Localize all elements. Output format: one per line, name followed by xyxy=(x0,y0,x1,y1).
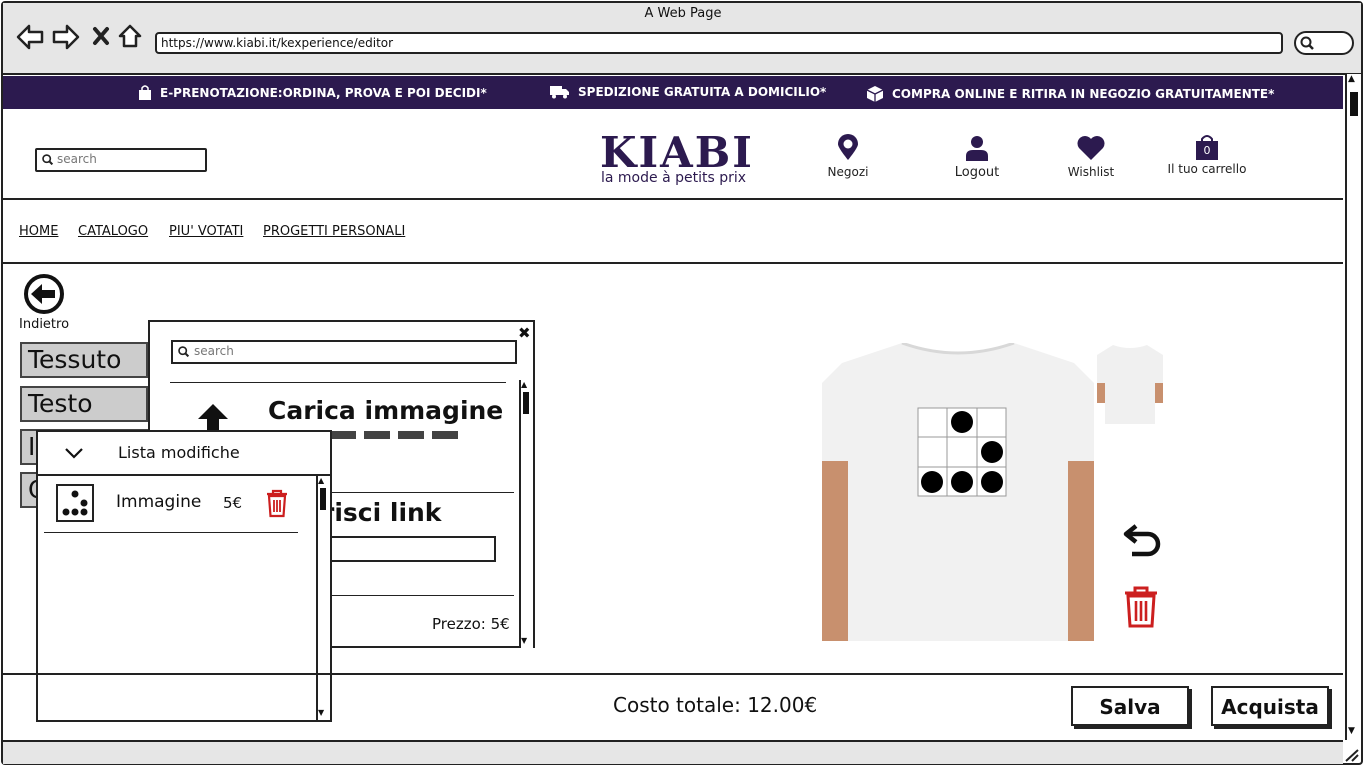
shopping-bag-icon xyxy=(139,85,151,100)
menu-home[interactable]: HOME xyxy=(19,224,58,239)
image-search-input[interactable]: search xyxy=(171,340,517,364)
total-cost: Costo totale: 12.00€ xyxy=(613,693,818,717)
promo-item: E-PRENOTAZIONE:ORDINA, PROVA E POI DECID… xyxy=(138,85,487,101)
modification-price: 5€ xyxy=(223,494,243,512)
search-icon xyxy=(1300,36,1314,50)
undo-icon[interactable] xyxy=(1122,520,1162,564)
tshirt-preview[interactable] xyxy=(822,341,1094,641)
wishlist-link[interactable]: Wishlist xyxy=(1060,134,1122,179)
close-icon[interactable]: ✖ xyxy=(518,324,531,342)
back-nav-icon[interactable] xyxy=(16,24,44,54)
menu-piu-votati[interactable]: PIU' VOTATI xyxy=(169,224,243,239)
sidebar-tessuto[interactable]: Tessuto xyxy=(20,342,148,378)
status-bar xyxy=(3,740,1343,764)
promo-text: E-PRENOTAZIONE:ORDINA, PROVA E POI DECID… xyxy=(160,86,487,100)
window-title: A Web Page xyxy=(644,6,722,21)
menu-catalogo[interactable]: CATALOGO xyxy=(78,224,148,239)
scroll-up-icon[interactable]: ▲ xyxy=(318,476,324,485)
tshirt-back-icon xyxy=(1097,343,1163,424)
link-title: risci link xyxy=(322,498,442,527)
modifications-title: Lista modifiche xyxy=(118,443,240,462)
trash-icon[interactable] xyxy=(264,488,290,518)
footer-divider xyxy=(3,673,1343,675)
chevron-down-icon[interactable] xyxy=(64,446,84,460)
wishlist-label: Wishlist xyxy=(1067,165,1115,179)
promo-item: SPEDIZIONE GRATUITA A DOMICILIO* xyxy=(550,85,826,99)
menu-progetti-personali[interactable]: PROGETTI PERSONALI xyxy=(263,224,405,239)
scroll-thumb[interactable] xyxy=(1350,92,1358,116)
divider xyxy=(44,532,298,533)
modifications-header[interactable]: Lista modifiche xyxy=(38,432,330,476)
price-label: Prezzo: 5€ xyxy=(432,615,510,633)
delete-design-icon[interactable] xyxy=(1122,585,1160,633)
heart-icon xyxy=(1077,136,1105,160)
search-icon xyxy=(42,154,54,166)
stores-label: Negozi xyxy=(827,165,869,179)
forward-nav-icon[interactable] xyxy=(52,24,80,54)
promo-bar: E-PRENOTAZIONE:ORDINA, PROVA E POI DECID… xyxy=(3,76,1343,109)
modifications-panel: Lista modifiche Immagine 5€ ▲ ▼ xyxy=(36,430,332,722)
back-label: Indietro xyxy=(19,317,70,332)
resize-grip-icon[interactable] xyxy=(1344,747,1360,766)
logo-tagline: la mode à petits prix xyxy=(601,170,747,186)
buy-button[interactable]: Acquista xyxy=(1211,686,1329,726)
upload-hint-scribble xyxy=(330,431,460,439)
save-button[interactable]: Salva xyxy=(1071,686,1189,726)
link-input[interactable] xyxy=(320,536,496,562)
promo-text: COMPRA ONLINE E RITIRA IN NEGOZIO GRATUI… xyxy=(892,87,1275,101)
upload-title[interactable]: Carica immagine xyxy=(268,396,503,425)
home-icon[interactable] xyxy=(117,23,143,53)
cart-count: 0 xyxy=(1203,144,1211,157)
back-view-thumbnail[interactable] xyxy=(1097,343,1163,424)
search-placeholder: search xyxy=(57,152,97,166)
scroll-thumb[interactable] xyxy=(320,488,326,510)
cart-bag-icon: 0 xyxy=(1195,134,1219,162)
browser-search-pill[interactable] xyxy=(1294,31,1354,55)
scroll-down-icon[interactable]: ▼ xyxy=(318,708,324,717)
scroll-thumb[interactable] xyxy=(523,392,529,414)
logout-label: Logout xyxy=(954,165,1000,180)
search-icon xyxy=(178,346,190,358)
scroll-up-icon[interactable]: ▲ xyxy=(1348,74,1355,84)
page-scrollbar[interactable]: ▲ ▼ xyxy=(1345,74,1361,740)
header-search-input[interactable]: search xyxy=(35,148,207,172)
glider-design-icon xyxy=(917,407,1007,497)
scrollbar[interactable]: ▲ ▼ xyxy=(519,380,533,648)
scroll-down-icon[interactable]: ▼ xyxy=(1348,726,1355,736)
stores-link[interactable]: Negozi xyxy=(818,134,878,179)
promo-text: SPEDIZIONE GRATUITA A DOMICILIO* xyxy=(578,85,827,99)
cart-link[interactable]: 0 Il tuo carrello xyxy=(1166,134,1248,176)
arrow-left-circle-icon xyxy=(24,274,64,314)
logout-link[interactable]: Logout xyxy=(946,134,1008,180)
user-icon xyxy=(966,136,988,161)
sidebar-testo[interactable]: Testo xyxy=(20,386,148,422)
applied-image[interactable] xyxy=(917,407,1007,497)
stop-icon[interactable] xyxy=(92,26,110,50)
url-bar[interactable]: https://www.kiabi.it/kexperience/editor xyxy=(155,32,1283,54)
scrollbar[interactable]: ▲ ▼ xyxy=(316,476,330,720)
scroll-down-icon[interactable]: ▼ xyxy=(521,636,527,645)
truck-icon xyxy=(550,86,569,99)
back-button[interactable] xyxy=(22,272,66,320)
map-pin-icon xyxy=(838,134,858,160)
image-search-placeholder: search xyxy=(194,344,234,358)
scroll-up-icon[interactable]: ▲ xyxy=(521,380,527,389)
cart-label: Il tuo carrello xyxy=(1167,162,1247,176)
image-thumbnail-icon xyxy=(56,484,94,522)
promo-item: COMPRA ONLINE E RITIRA IN NEGOZIO GRATUI… xyxy=(866,85,1274,103)
modification-name: Immagine xyxy=(116,492,202,512)
divider xyxy=(170,382,506,383)
package-icon xyxy=(866,86,884,102)
modification-row[interactable]: Immagine 5€ xyxy=(38,476,318,532)
